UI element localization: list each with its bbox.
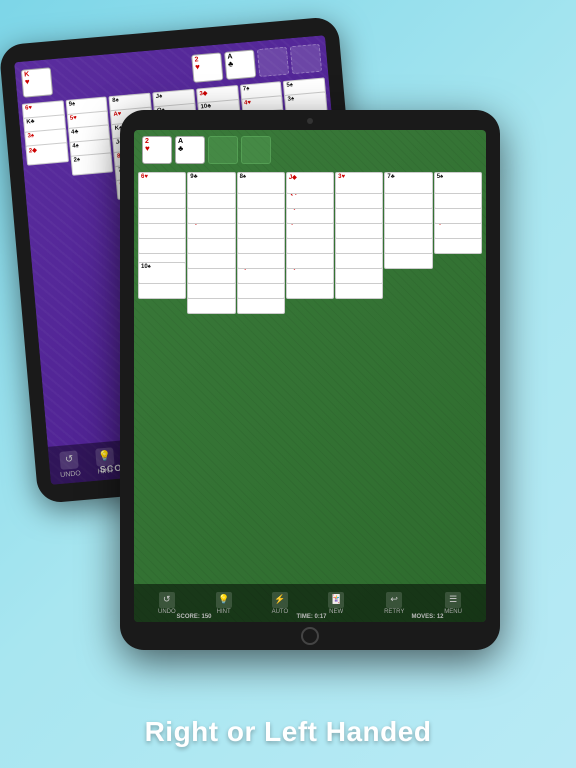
green-hint-icon: 💡 <box>216 592 232 608</box>
home-button[interactable] <box>301 627 319 645</box>
green-card: 3♥ <box>335 172 383 194</box>
purple-card: 2◆ <box>25 142 68 166</box>
green-retry-btn[interactable]: ↩ RETRY <box>384 592 404 615</box>
tablet-front: 2 ♥ A ♣ 6♥ K♣ 3♠ ♠ J♠ 10♥ 10♠ 9♥ <box>120 110 500 650</box>
green-menu-btn[interactable]: ☰ MENU <box>444 592 462 615</box>
green-screen: 2 ♥ A ♣ 6♥ K♣ 3♠ ♠ J♠ 10♥ 10♠ 9♥ <box>134 130 486 622</box>
green-card: 8♠ <box>237 172 285 194</box>
green-card: 5♠ <box>434 172 482 194</box>
green-undo-icon: ↺ <box>159 592 175 608</box>
green-foundation-empty1 <box>208 136 238 164</box>
green-auto-btn[interactable]: ⚡ AUTO <box>272 592 289 615</box>
green-retry-icon: ↩ <box>386 592 402 608</box>
green-hint-btn[interactable]: 💡 HINT <box>216 592 232 615</box>
green-new-icon: 🃏 <box>328 592 344 608</box>
purple-card: 2♠ <box>70 152 113 176</box>
green-card: 10♠ <box>138 262 186 284</box>
green-new-btn[interactable]: 🃏 NEW <box>328 592 344 615</box>
foundation-card-a-club: A ♣ <box>224 49 256 80</box>
green-time: TIME: 0:17 <box>296 614 326 620</box>
front-camera <box>307 118 313 124</box>
foundation-card-k-heart: K ♥ <box>21 67 53 98</box>
green-auto-icon: ⚡ <box>272 592 288 608</box>
green-foundation-empty2 <box>241 136 271 164</box>
foundation-empty-1 <box>257 47 289 78</box>
green-undo-btn[interactable]: ↺ UNDO <box>158 592 176 615</box>
green-card: J◆ <box>286 172 334 194</box>
green-score: SCORE: 150 <box>176 614 211 620</box>
green-card: 9♣ <box>187 172 235 194</box>
tagline: Right or Left Handed <box>0 716 576 748</box>
foundation-card-2-heart: 2 ♥ <box>191 52 223 83</box>
foundation-empty-2 <box>290 44 322 75</box>
green-card: 6♥ <box>138 172 186 194</box>
purple-undo-btn[interactable]: ↺ UNDO <box>58 450 81 479</box>
green-stats-row: SCORE: 150 TIME: 0:17 MOVES: 12 <box>134 614 486 620</box>
green-foundation-2h: 2 ♥ <box>142 136 172 164</box>
green-card: 7♣ <box>384 172 432 194</box>
undo-icon: ↺ <box>60 450 80 470</box>
green-moves: MOVES: 12 <box>411 614 443 620</box>
green-menu-icon: ☰ <box>445 592 461 608</box>
green-foundation-ac: A ♣ <box>175 136 205 164</box>
